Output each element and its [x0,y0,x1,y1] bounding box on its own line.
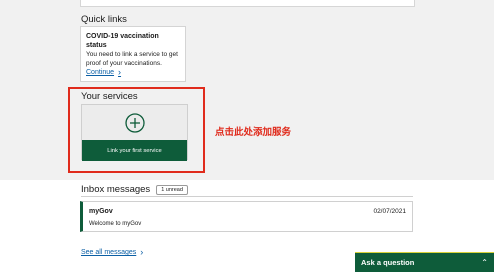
chevron-right-icon: › [118,67,122,77]
inbox-heading: Inbox messages [81,184,151,195]
see-all-messages-link[interactable]: See all messages › [81,247,144,257]
message-item[interactable]: myGov 02/07/2021 Welcome to myGov [80,201,413,232]
ask-a-question-label: Ask a question [361,258,415,267]
continue-link[interactable]: Continue › [86,67,122,77]
chevron-right-icon: › [140,247,144,257]
message-sender: myGov [89,208,113,215]
quick-links-heading: Quick links [81,14,127,25]
highlight-annotation-box [68,87,205,173]
continue-link-label: Continue [86,69,115,76]
quick-link-title: COVID-19 vaccination status [86,33,159,49]
inbox-divider [81,196,413,197]
previous-card-edge [80,0,415,7]
quick-link-description: You need to link a service to get proof … [86,51,178,67]
message-subject: Welcome to myGov [89,221,142,227]
unread-badge: 1 unread [156,184,188,195]
see-all-messages-label: See all messages [81,249,137,256]
annotation-text: 点击此处添加服务 [215,127,292,138]
quick-link-card-covid: COVID-19 vaccination status You need to … [80,26,186,82]
chevron-up-icon: ⌃ [481,258,488,267]
message-date: 02/07/2021 [373,208,406,215]
inbox-header: Inbox messages 1 unread [81,184,188,195]
ask-a-question-button[interactable]: Ask a question ⌃ [355,253,494,272]
